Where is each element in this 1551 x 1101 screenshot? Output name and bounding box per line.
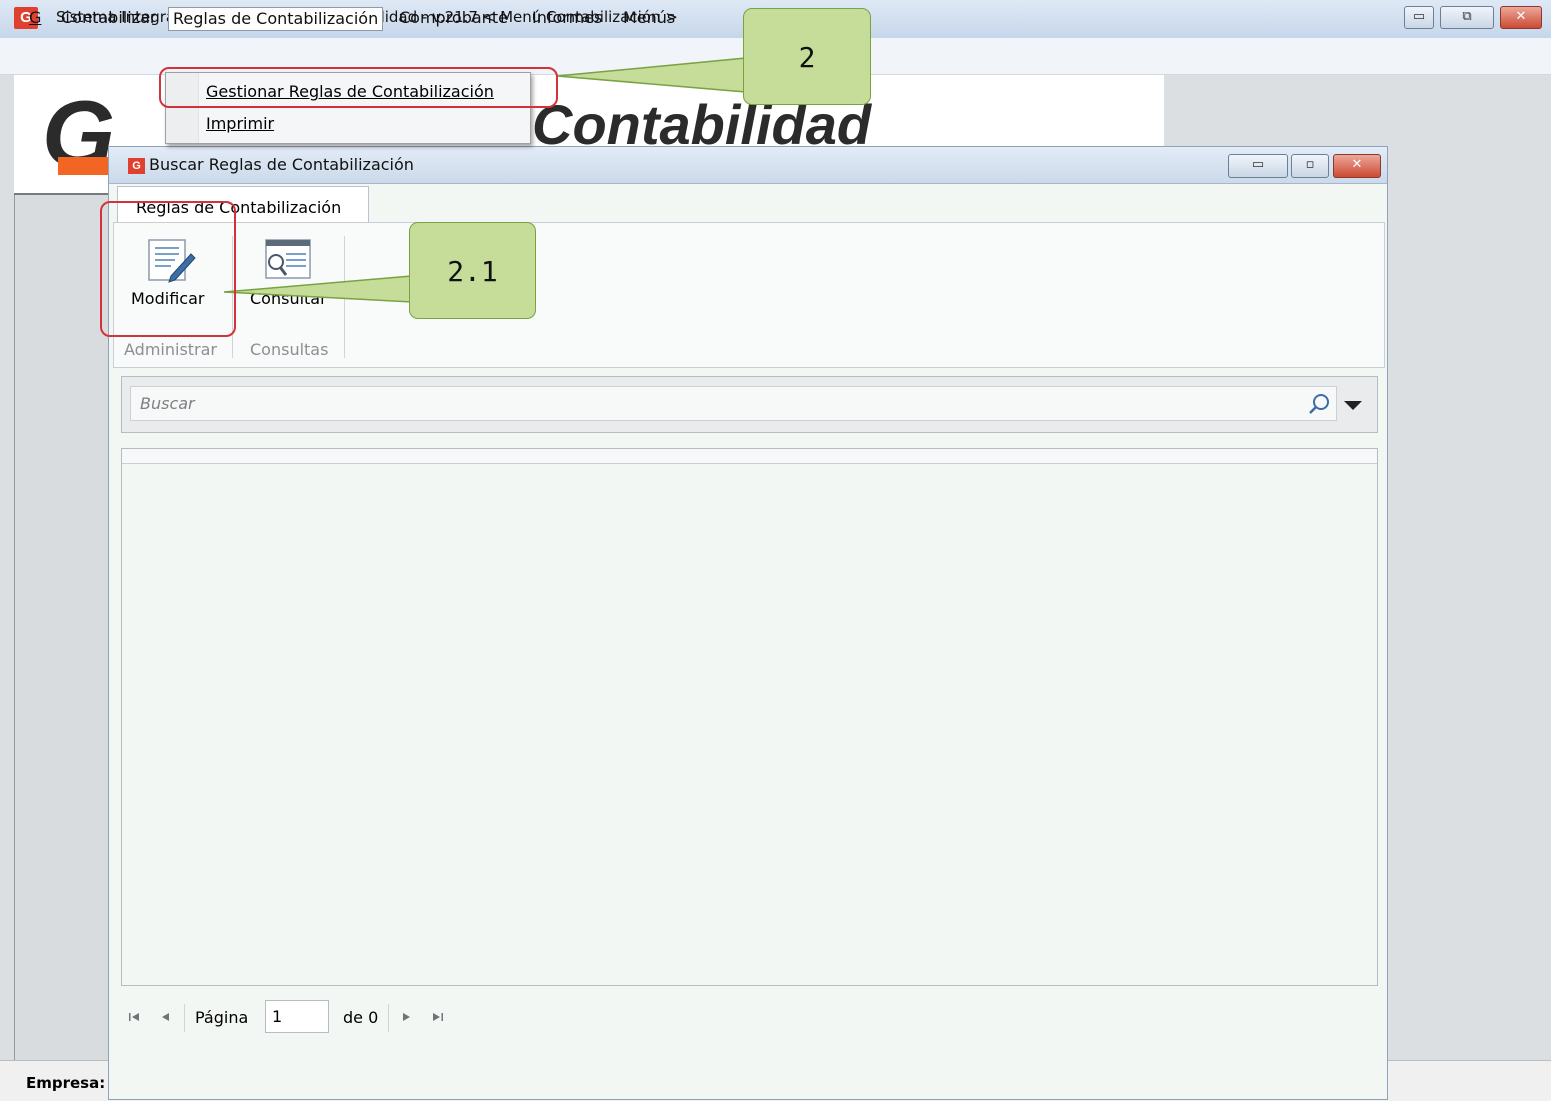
highlight-modificar — [100, 201, 236, 337]
callout-step-2-1: 2.1 — [409, 222, 536, 319]
annotation-connectors — [223, 57, 747, 303]
highlight-gestionar-reglas — [159, 67, 558, 108]
callout-step-2: 2 — [743, 8, 871, 105]
